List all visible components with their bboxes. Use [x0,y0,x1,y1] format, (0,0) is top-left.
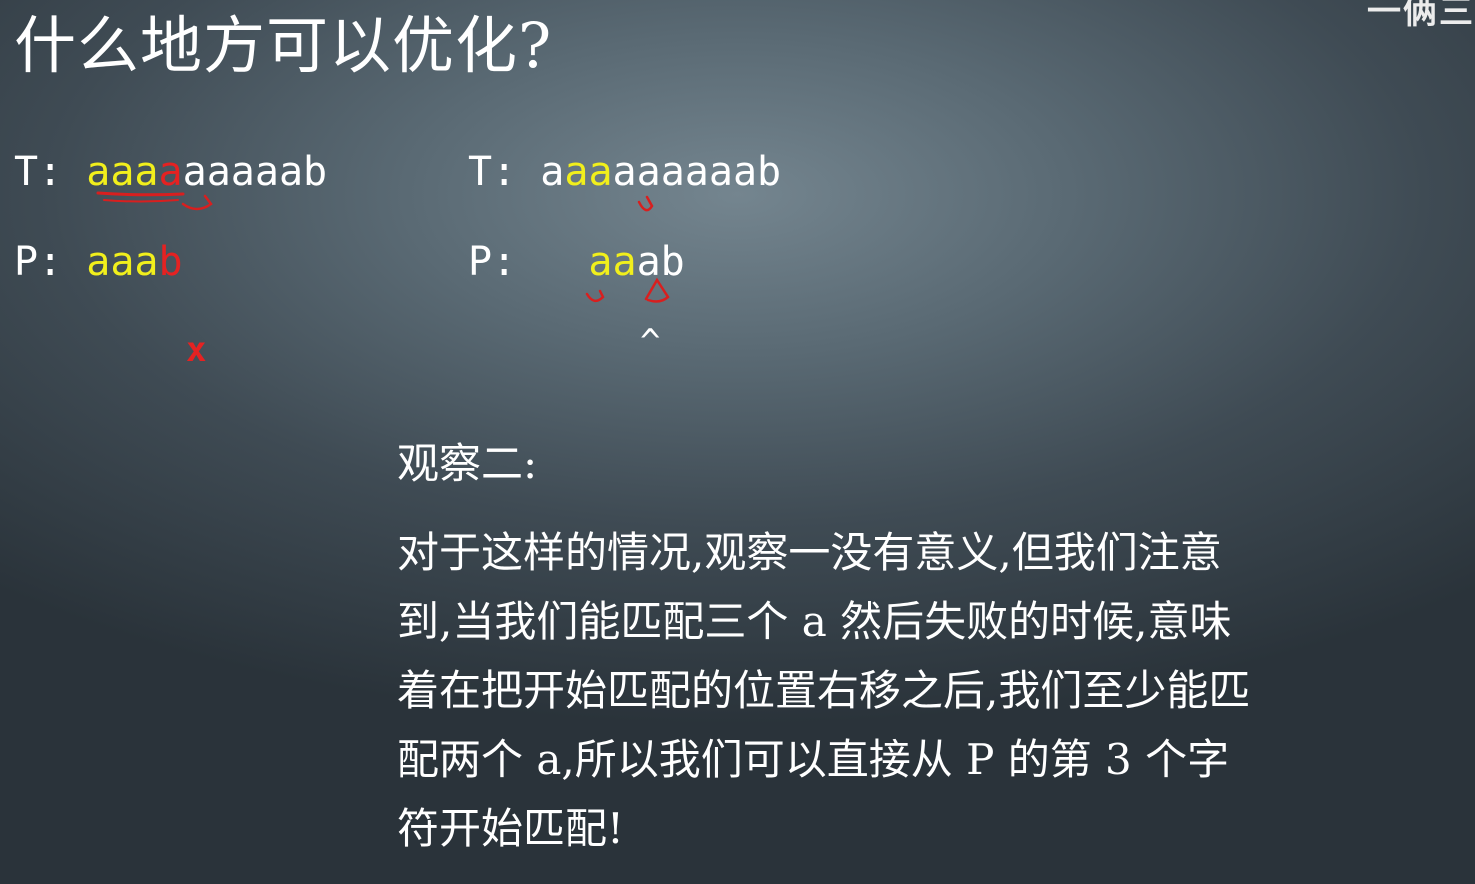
observation-line: 配两个 a,所以我们可以直接从 P 的第 3 个字 [397,735,1230,784]
hook-mark-pattern-a [585,289,605,303]
observation-line: 对于这样的情况,观察一没有意义,但我们注意 [397,528,1222,577]
underline-mark-2 [103,199,179,203]
triangle-mark [644,277,670,303]
hook-mark-left [181,194,213,211]
slide: { "slide": { "title": "什么地方可以优化?", "wate… [0,0,1475,884]
underline-mark [96,191,185,197]
observation-line: 着在把开始匹配的位置右移之后,我们至少能匹 [397,666,1251,715]
hook-mark-right-text [637,195,654,212]
observation-paragraph: 对于这样的情况,观察一没有意义,但我们注意 到,当我们能匹配三个 a 然后失败的… [397,518,1457,863]
observation-line: 符开始匹配! [397,804,624,853]
observation-line: 到,当我们能匹配三个 a 然后失败的时候,意味 [397,597,1232,646]
observation-heading: 观察二: [397,439,538,488]
